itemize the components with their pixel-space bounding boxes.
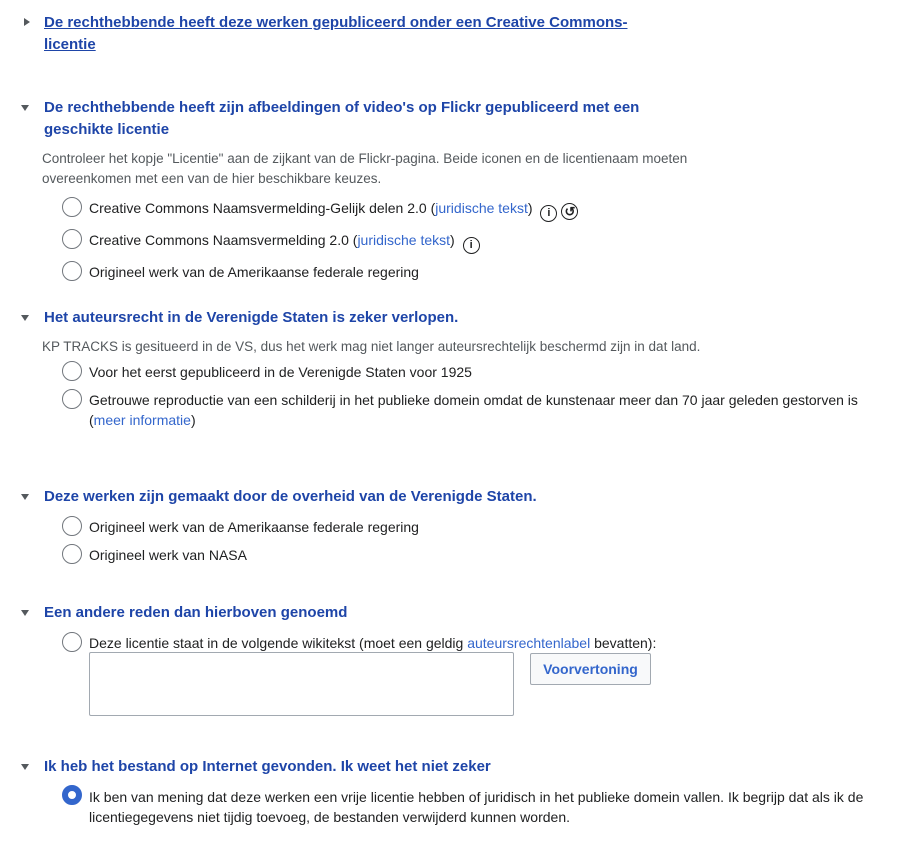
radio-button[interactable] bbox=[62, 544, 82, 564]
section-flickr: De rechthebbende heeft zijn afbeeldingen… bbox=[0, 97, 899, 282]
section-internet: Ik heb het bestand op Internet gevonden.… bbox=[0, 756, 899, 827]
legal-text-link[interactable]: juridische tekst bbox=[435, 200, 528, 216]
radio-button[interactable] bbox=[62, 516, 82, 536]
radio-button[interactable] bbox=[62, 197, 82, 217]
option-label-suffix: ) bbox=[190, 412, 196, 428]
section-cc-title[interactable]: De rechthebbende heeft deze werken gepub… bbox=[44, 12, 664, 56]
section-expired-title[interactable]: Het auteursrecht in de Verenigde Staten … bbox=[44, 307, 458, 329]
section-usgov-header[interactable]: Deze werken zijn gemaakt door de overhei… bbox=[0, 486, 899, 508]
section-internet-title[interactable]: Ik heb het bestand op Internet gevonden.… bbox=[44, 756, 491, 778]
option-label-suffix: bevatten): bbox=[590, 635, 657, 651]
option-nasa[interactable]: Origineel werk van NASA bbox=[0, 544, 879, 565]
radio-button-checked[interactable] bbox=[62, 785, 82, 805]
more-info-link[interactable]: meer informatie bbox=[94, 412, 191, 428]
option-us-federal-flickr[interactable]: Origineel werk van de Amerikaanse federa… bbox=[0, 261, 879, 282]
collapse-arrow-icon[interactable] bbox=[21, 764, 29, 770]
radio-button[interactable] bbox=[62, 229, 82, 249]
option-label-suffix: ) bbox=[527, 200, 533, 216]
section-expired-description: KP TRACKS is gesitueerd in de VS, dus he… bbox=[42, 339, 701, 354]
expand-arrow-icon[interactable] bbox=[24, 18, 30, 26]
option-cc-by-2[interactable]: Creative Commons Naamsvermelding 2.0 (ju… bbox=[0, 229, 879, 254]
legal-text-link[interactable]: juridische tekst bbox=[357, 232, 450, 248]
option-published-before-1925[interactable]: Voor het eerst gepubliceerd in de Vereni… bbox=[0, 361, 879, 382]
collapse-arrow-icon[interactable] bbox=[21, 610, 29, 616]
radio-button[interactable] bbox=[62, 361, 82, 381]
option-us-federal[interactable]: Origineel werk van de Amerikaanse federa… bbox=[0, 516, 879, 537]
section-usgov: Deze werken zijn gemaakt door de overhei… bbox=[0, 486, 899, 565]
option-faithful-reproduction[interactable]: Getrouwe reproductie van een schilderij … bbox=[0, 389, 879, 430]
section-flickr-title[interactable]: De rechthebbende heeft zijn afbeeldingen… bbox=[44, 97, 664, 141]
section-other-header[interactable]: Een andere reden dan hierboven genoemd bbox=[0, 602, 899, 624]
option-label: Getrouwe reproductie van een schilderij … bbox=[89, 392, 858, 428]
option-label-suffix: ) bbox=[450, 232, 455, 248]
option-cc-by-sa-2[interactable]: Creative Commons Naamsvermelding-Gelijk … bbox=[0, 197, 879, 222]
option-label: Creative Commons Naamsvermelding 2.0 ( bbox=[89, 232, 358, 248]
cc-by-icon: i bbox=[540, 205, 558, 222]
collapse-arrow-icon[interactable] bbox=[21, 315, 29, 321]
section-other: Een andere reden dan hierboven genoemd D… bbox=[0, 602, 899, 653]
preview-button[interactable]: Voorvertoning bbox=[530, 653, 651, 685]
option-label: Origineel werk van de Amerikaanse federa… bbox=[89, 519, 419, 535]
section-cc: De rechthebbende heeft deze werken gepub… bbox=[0, 12, 899, 56]
wikitext-input[interactable] bbox=[89, 652, 514, 716]
option-label: Ik ben van mening dat deze werken een vr… bbox=[89, 789, 864, 825]
section-flickr-description: Controleer het kopje "Licentie" aan de z… bbox=[42, 151, 688, 186]
section-usgov-title[interactable]: Deze werken zijn gemaakt door de overhei… bbox=[44, 486, 537, 508]
section-cc-header[interactable]: De rechthebbende heeft deze werken gepub… bbox=[0, 12, 899, 56]
section-other-title[interactable]: Een andere reden dan hierboven genoemd bbox=[44, 602, 347, 624]
option-found-on-internet[interactable]: Ik ben van mening dat deze werken een vr… bbox=[0, 785, 879, 827]
radio-button[interactable] bbox=[62, 632, 82, 652]
option-label: Origineel werk van de Amerikaanse federa… bbox=[89, 264, 419, 280]
radio-button[interactable] bbox=[62, 389, 82, 409]
cc-by-icon: i bbox=[462, 237, 480, 254]
radio-button[interactable] bbox=[62, 261, 82, 281]
collapse-arrow-icon[interactable] bbox=[21, 494, 29, 500]
option-label: Deze licentie staat in de volgende wikit… bbox=[89, 635, 468, 651]
section-flickr-header[interactable]: De rechthebbende heeft zijn afbeeldingen… bbox=[0, 97, 899, 141]
option-label: Origineel werk van NASA bbox=[89, 547, 247, 563]
cc-sa-icon: ↺ bbox=[561, 203, 579, 220]
option-label: Voor het eerst gepubliceerd in de Vereni… bbox=[89, 364, 472, 380]
option-label: Creative Commons Naamsvermelding-Gelijk … bbox=[89, 200, 436, 216]
collapse-arrow-icon[interactable] bbox=[21, 105, 29, 111]
option-wikitext[interactable]: Deze licentie staat in de volgende wikit… bbox=[0, 632, 879, 653]
copyright-tag-link[interactable]: auteursrechtenlabel bbox=[467, 635, 590, 651]
section-expired: Het auteursrecht in de Verenigde Staten … bbox=[0, 307, 899, 430]
section-internet-header[interactable]: Ik heb het bestand op Internet gevonden.… bbox=[0, 756, 899, 778]
section-expired-header[interactable]: Het auteursrecht in de Verenigde Staten … bbox=[0, 307, 899, 329]
